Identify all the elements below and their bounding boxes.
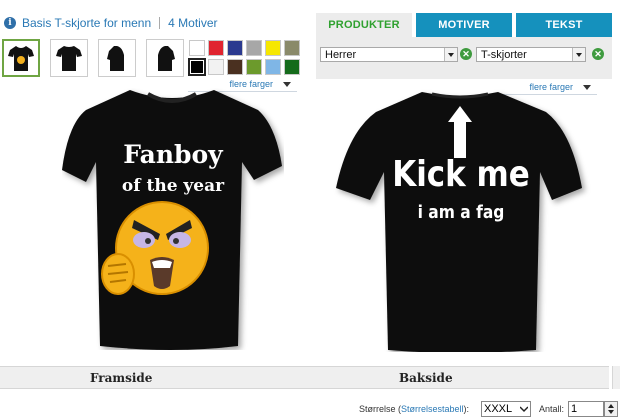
tshirt-side-icon	[107, 46, 124, 71]
color-swatch[interactable]	[284, 40, 300, 56]
size-select[interactable]: XXXL	[481, 401, 531, 417]
front-view-label[interactable]: Framside	[90, 371, 152, 385]
view-bar-edge	[612, 366, 620, 389]
view-thumbnails	[2, 39, 184, 77]
chevron-down-icon	[444, 48, 457, 61]
color-swatch[interactable]	[246, 59, 262, 75]
gender-select[interactable]: Herrer	[320, 47, 458, 62]
color-swatches	[188, 40, 300, 76]
thumbnail-side-right[interactable]	[146, 39, 184, 77]
thumbnail-side-left[interactable]	[98, 39, 136, 77]
quantity-label: Antall:	[539, 404, 565, 414]
color-swatch[interactable]	[265, 40, 281, 56]
info-icon[interactable]: i	[4, 17, 16, 29]
front-line-2: of the year	[121, 176, 225, 196]
thumbnail-back[interactable]	[50, 39, 88, 77]
size-table-link[interactable]: Størrelsestabell	[401, 404, 464, 414]
product-title-row: i Basis T-skjorte for menn 4 Motiver	[4, 15, 218, 31]
tshirt-back-icon	[56, 46, 82, 71]
shirt-front-preview[interactable]: Fanboy of the year	[62, 88, 284, 350]
designer-tabs: PRODUKTER MOTIVER TEKST	[316, 13, 612, 37]
size-label-text: Størrelse (	[359, 404, 402, 414]
type-select[interactable]: T-skjorter	[476, 47, 586, 62]
motif-count-link[interactable]: 4 Motiver	[168, 16, 217, 30]
product-designer: i Basis T-skjorte for menn 4 Motiver fle…	[0, 0, 620, 420]
thumbnail-front[interactable]	[2, 39, 40, 77]
color-swatch[interactable]	[208, 40, 224, 56]
chevron-down-icon	[572, 48, 585, 61]
tab-motiver[interactable]: MOTIVER	[416, 13, 512, 37]
back-view-label[interactable]: Bakside	[399, 371, 453, 385]
clear-type-icon[interactable]: ✕	[592, 48, 604, 60]
front-line-1: Fanboy	[123, 140, 223, 169]
size-label-end: ):	[463, 404, 470, 414]
view-label-bar: Framside Bakside	[0, 366, 609, 389]
stepper-up-icon[interactable]	[608, 404, 614, 408]
back-line-2: i am a fag	[417, 202, 505, 223]
color-swatch[interactable]	[227, 59, 243, 75]
size-label: Størrelse (Størrelsestabell):	[359, 404, 469, 414]
tab-produkter[interactable]: PRODUKTER	[316, 13, 412, 37]
clear-gender-icon[interactable]: ✕	[460, 48, 472, 60]
gender-select-value: Herrer	[325, 48, 357, 61]
shirt-back-preview[interactable]: Kick me i am a fag	[330, 88, 592, 353]
back-line-1: Kick me	[392, 154, 530, 195]
tab-tekst[interactable]: TEKST	[516, 13, 612, 37]
tshirt-front-icon	[8, 46, 34, 71]
color-swatch[interactable]	[189, 40, 205, 56]
chevron-down-icon	[283, 82, 291, 87]
tshirt-front-image	[62, 90, 282, 350]
color-swatch[interactable]	[227, 40, 243, 56]
type-select-value: T-skjorter	[481, 48, 527, 61]
product-title-link[interactable]: Basis T-skjorte for menn	[22, 16, 151, 30]
quantity-stepper[interactable]	[604, 401, 618, 417]
tshirt-side-icon	[158, 46, 175, 71]
size-select-value: XXXL	[484, 403, 513, 415]
color-swatch[interactable]	[284, 59, 300, 75]
color-swatch[interactable]	[188, 58, 206, 76]
quantity-input[interactable]: 1	[568, 401, 604, 417]
color-swatch[interactable]	[246, 40, 262, 56]
color-swatch[interactable]	[208, 59, 224, 75]
stepper-down-icon[interactable]	[608, 410, 614, 414]
products-panel: Herrer ✕ T-skjorter ✕	[316, 37, 612, 79]
chevron-down-icon	[520, 406, 528, 413]
color-swatch[interactable]	[265, 59, 281, 75]
divider	[159, 17, 161, 29]
